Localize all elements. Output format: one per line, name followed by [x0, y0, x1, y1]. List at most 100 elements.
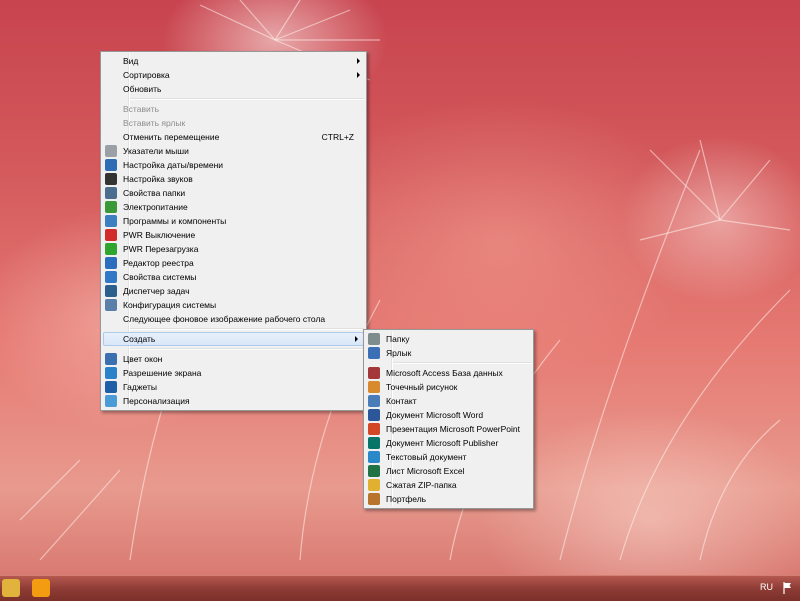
menu-item[interactable]: Вставить ярлык	[101, 116, 366, 130]
menu-item[interactable]: Ярлык	[364, 346, 533, 360]
menu-item-label: Сжатая ZIP-папка	[386, 480, 457, 490]
battery-icon	[105, 201, 117, 213]
menu-item[interactable]: Свойства системы	[101, 270, 366, 284]
menu-item-label: Персонализация	[123, 396, 190, 406]
menu-item[interactable]: Настройка даты/времени	[101, 158, 366, 172]
menu-item[interactable]: Настройка звуков	[101, 172, 366, 186]
menu-item[interactable]: Точечный рисунок	[364, 380, 533, 394]
menu-item[interactable]: Вставить	[101, 102, 366, 116]
msconfig-icon	[105, 299, 117, 311]
menu-item[interactable]: Сортировка	[101, 68, 366, 82]
menu-item[interactable]: Текстовый документ	[364, 450, 533, 464]
menu-item[interactable]: Сжатая ZIP-папка	[364, 478, 533, 492]
menu-item-label: Вставить	[123, 104, 160, 114]
create-submenu: Папку Ярлык Microsoft Access База данных То…	[363, 329, 534, 509]
menu-item-label: Презентация Microsoft PowerPoint	[386, 424, 521, 434]
menu-item[interactable]: Следующее фоновое изображение рабочего с…	[101, 312, 366, 326]
language-indicator[interactable]: RU	[760, 582, 773, 592]
menu-item-label: Обновить	[123, 84, 162, 94]
access-icon	[368, 367, 380, 379]
menu-item[interactable]: Папку	[364, 332, 533, 346]
menu-item-label: Microsoft Access База данных	[386, 368, 503, 378]
briefcase-icon	[368, 493, 380, 505]
menu-item-label: Свойства папки	[123, 188, 186, 198]
submenu-arrow-icon	[357, 58, 360, 64]
menu-item[interactable]: PWR Выключение	[101, 228, 366, 242]
menu-item[interactable]: Контакт	[364, 394, 533, 408]
personalization-icon	[105, 395, 117, 407]
menu-item[interactable]: Программы и компоненты	[101, 214, 366, 228]
menu-item[interactable]: Свойства папки	[101, 186, 366, 200]
menu-item-shortcut: CTRL+Z	[321, 132, 354, 142]
menu-item[interactable]: Электропитание	[101, 200, 366, 214]
menu-item-label: Разрешение экрана	[123, 368, 202, 378]
menu-item-label: Создать	[123, 334, 156, 344]
submenu-arrow-icon	[357, 72, 360, 78]
menu-item-label: Документ Microsoft Word	[386, 410, 484, 420]
menu-item[interactable]: Документ Microsoft Word	[364, 408, 533, 422]
menu-item[interactable]: Документ Microsoft Publisher	[364, 436, 533, 450]
clock-icon	[105, 159, 117, 171]
menu-item-label: Настройка даты/времени	[123, 160, 224, 170]
submenu-arrow-icon	[355, 336, 358, 342]
menu-item[interactable]: Вид	[101, 54, 366, 68]
menu-item[interactable]: Конфигурация системы	[101, 298, 366, 312]
display-icon	[105, 367, 117, 379]
gadgets-icon	[105, 381, 117, 393]
menu-item-label: Конфигурация системы	[123, 300, 217, 310]
programs-icon	[105, 215, 117, 227]
word-icon	[368, 409, 380, 421]
menu-item-label: Лист Microsoft Excel	[386, 466, 465, 476]
menu-item-label: Вид	[123, 56, 139, 66]
menu-item[interactable]: Microsoft Access База данных	[364, 366, 533, 380]
menu-separator	[129, 98, 364, 100]
menu-item-label: Портфель	[386, 494, 427, 504]
menu-item[interactable]: Лист Microsoft Excel	[364, 464, 533, 478]
menu-item-label: Диспетчер задач	[123, 286, 190, 296]
action-center-flag-icon[interactable]	[783, 581, 793, 595]
menu-item[interactable]: Презентация Microsoft PowerPoint	[364, 422, 533, 436]
desktop-context-menu: Вид Сортировка Обновить Вставить Вставить яр…	[100, 51, 367, 411]
menu-item-label: Отменить перемещение	[123, 132, 220, 142]
menu-separator	[129, 328, 364, 330]
registry-icon	[105, 257, 117, 269]
menu-item[interactable]: Цвет окон	[101, 352, 366, 366]
menu-item-label: Сортировка	[123, 70, 170, 80]
folder-options-icon	[105, 187, 117, 199]
media-player-icon[interactable]	[32, 579, 50, 597]
menu-item[interactable]: Редактор реестра	[101, 256, 366, 270]
contact-icon	[368, 395, 380, 407]
menu-item[interactable]: Указатели мыши	[101, 144, 366, 158]
menu-item[interactable]: Создать	[103, 332, 364, 346]
window-color-icon	[105, 353, 117, 365]
menu-item[interactable]: Отменить перемещение CTRL+Z	[101, 130, 366, 144]
menu-item[interactable]: Обновить	[101, 82, 366, 96]
menu-item[interactable]: Персонализация	[101, 394, 366, 408]
menu-separator	[392, 362, 531, 364]
power-off-icon	[105, 229, 117, 241]
menu-item-label: Папку	[386, 334, 410, 344]
menu-item-label: Цвет окон	[123, 354, 163, 364]
system-properties-icon	[105, 271, 117, 283]
powerpoint-icon	[368, 423, 380, 435]
menu-separator	[129, 348, 364, 350]
menu-item[interactable]: Портфель	[364, 492, 533, 506]
menu-item-label: Свойства системы	[123, 272, 197, 282]
menu-item[interactable]: Диспетчер задач	[101, 284, 366, 298]
menu-item-label: Ярлык	[386, 348, 412, 358]
menu-item-label: PWR Перезагрузка	[123, 244, 199, 254]
taskbar: RU	[0, 575, 800, 601]
task-manager-icon	[105, 285, 117, 297]
menu-item-label: Электропитание	[123, 202, 188, 212]
explorer-icon[interactable]	[2, 579, 20, 597]
menu-item[interactable]: Разрешение экрана	[101, 366, 366, 380]
folder-icon	[368, 333, 380, 345]
menu-item-label: Документ Microsoft Publisher	[386, 438, 499, 448]
zip-folder-icon	[368, 479, 380, 491]
bitmap-icon	[368, 381, 380, 393]
menu-item[interactable]: PWR Перезагрузка	[101, 242, 366, 256]
menu-item-label: Контакт	[386, 396, 417, 406]
speaker-icon	[105, 173, 117, 185]
shortcut-icon	[368, 347, 380, 359]
menu-item[interactable]: Гаджеты	[101, 380, 366, 394]
